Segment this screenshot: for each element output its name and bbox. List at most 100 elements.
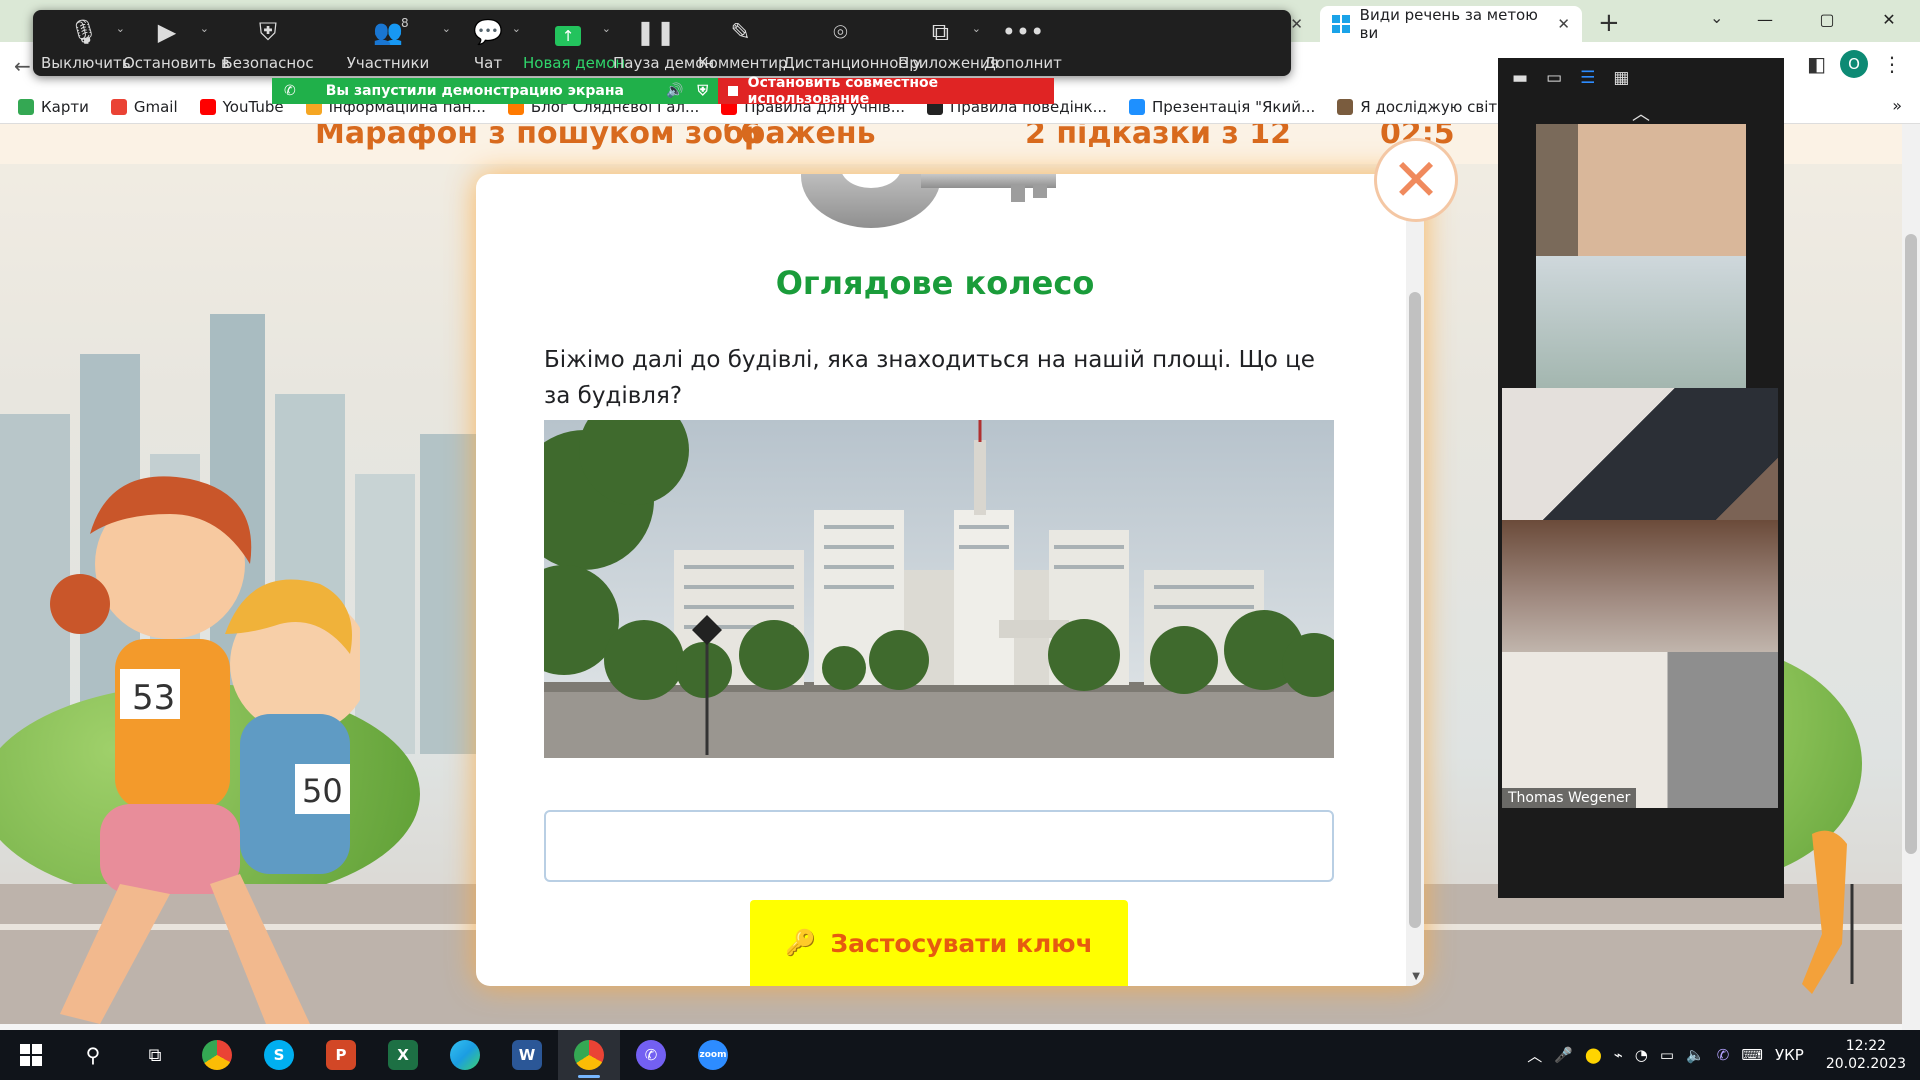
zoom-control-label: Участники [346, 54, 430, 72]
modal-title: Оглядове колесо [775, 264, 1095, 302]
stop-share-button[interactable]: Остановить совместное использование [718, 75, 1054, 107]
bookmark-label: Карти [41, 97, 89, 116]
chevron-down-icon[interactable]: ⌄ [200, 22, 209, 35]
excel-icon: X [388, 1040, 418, 1070]
shield-check-icon: ⛨ [697, 83, 709, 99]
taskbar-viber[interactable]: ✆ [620, 1030, 682, 1080]
zoom-control-label: Дистанционное у [783, 54, 922, 72]
browser-tab-active[interactable]: Види речень за метою ви ✕ [1320, 6, 1582, 42]
taskbar-powerpoint[interactable]: P [310, 1030, 372, 1080]
windows-taskbar: ⚲ ⧉ S P X W ✆ zoom ︿ 🎤 ⬤ ⌁ ◔ ▭ 🔈 ✆ ⌨ УКР… [0, 1030, 1920, 1080]
taskbar-word[interactable]: W [496, 1030, 558, 1080]
pencil-icon: ✎ [730, 18, 751, 46]
profile-avatar[interactable]: О [1840, 50, 1868, 78]
zoom-control-shield[interactable]: ⛨ Безопаснос [213, 10, 323, 76]
modal-scrollbar-thumb[interactable] [1409, 292, 1421, 928]
language-indicator[interactable]: УКР [1775, 1046, 1804, 1064]
task-view-button[interactable]: ⧉ [124, 1030, 186, 1080]
minimize-button[interactable]: — [1734, 0, 1796, 40]
bookmark-item[interactable]: Карти [18, 98, 89, 116]
chevron-down-icon[interactable]: ⌄ [512, 22, 521, 35]
search-button[interactable]: ⚲ [62, 1030, 124, 1080]
zoom-control-more[interactable]: ••• Дополнит [983, 10, 1063, 76]
zoom-icon: zoom [698, 1040, 728, 1070]
zoom-control-mouse[interactable]: ⌾ Дистанционное у [783, 10, 922, 76]
apply-key-button[interactable]: 🔑 Застосувати ключ [750, 900, 1128, 986]
close-window-button[interactable]: ✕ [1858, 0, 1920, 40]
zoom-control-label: Новая демон [523, 54, 626, 72]
answer-input[interactable] [544, 810, 1334, 882]
zoom-control-label: Остановить в [123, 54, 230, 72]
back-arrow-icon[interactable]: ← [14, 54, 31, 78]
battery-icon[interactable]: ▭ [1660, 1046, 1674, 1064]
system-clock[interactable]: 12:22 20.02.2023 [1826, 1037, 1906, 1073]
task-view-icon: ⧉ [148, 1044, 162, 1066]
bookmark-item[interactable]: Gmail [110, 98, 178, 116]
gallery-scroll-up-icon[interactable]: ︿ [1498, 100, 1784, 126]
taskbar-zoom[interactable]: zoom [682, 1030, 744, 1080]
clock-time: 12:22 [1845, 1038, 1887, 1054]
wifi-icon[interactable]: ◔ [1635, 1046, 1648, 1064]
browser-menu-icon[interactable]: ⋮ [1882, 52, 1902, 76]
chevron-down-icon[interactable]: ⌄ [602, 22, 611, 35]
chevron-down-icon[interactable]: ⌄ [972, 22, 981, 35]
modal-question: Біжімо далі до будівлі, яка знаходиться … [544, 347, 1315, 409]
tray-overflow-icon[interactable]: ︿ [1527, 1045, 1542, 1066]
remote-icon[interactable]: ⌁ [1614, 1046, 1623, 1064]
zoom-control-share-screen[interactable]: ↑ Новая демон ⌄ [523, 10, 626, 76]
zoom-control-video[interactable]: ▶ Остановить в ⌄ [123, 10, 230, 76]
maximize-button[interactable]: ▢ [1796, 0, 1858, 40]
speaker-icon[interactable]: 🔊 [666, 83, 683, 99]
zoom-control-label: Чат [473, 54, 503, 72]
zoom-control-apps[interactable]: ⧉ Приложения ⌄ [898, 10, 999, 76]
minimize-gallery-icon[interactable]: ▬ [1512, 68, 1528, 88]
chrome-profile-icon [574, 1040, 604, 1070]
microphone-icon[interactable]: 🎤 [1554, 1046, 1573, 1064]
zoom-control-label: Пауза демон [613, 54, 715, 72]
new-tab-button[interactable]: + [1598, 8, 1620, 38]
participant-video-tile[interactable]: Thomas Wegener [1502, 652, 1778, 808]
zoom-control-pause[interactable]: ❚❚ Пауза демон [613, 10, 715, 76]
close-tab-icon[interactable]: ✕ [1557, 15, 1570, 33]
windows-logo-icon [20, 1044, 42, 1066]
tab-search-button[interactable]: ⌄ [1710, 8, 1723, 27]
side-panel-icon[interactable]: ◧ [1807, 52, 1826, 76]
taskbar-excel[interactable]: X [372, 1030, 434, 1080]
security-shield-icon[interactable]: ⬤ [1585, 1046, 1602, 1064]
zoom-control-mic[interactable]: 🎙 Выключить ⌄ [41, 10, 131, 76]
quest-modal: Оглядове колесо Біжімо далі до будівлі, … [476, 174, 1424, 986]
modal-scrollbar[interactable]: ▼ [1406, 174, 1424, 986]
window-controls: — ▢ ✕ [1734, 0, 1920, 40]
close-tab-icon[interactable]: ✕ [1290, 15, 1303, 33]
chevron-down-icon[interactable]: ⌄ [442, 22, 451, 35]
zoom-control-participants[interactable]: 👥 Участники ⌄ 8 [323, 10, 453, 76]
page-header-title: Марафон з пошуком зображень [315, 124, 876, 151]
bookmark-label: Презентація "Який... [1151, 97, 1316, 116]
grid-view-icon[interactable]: ▦ [1613, 68, 1629, 88]
taskbar-edge[interactable] [434, 1030, 496, 1080]
running-kids-illustration: 53 50 [50, 476, 360, 1024]
puzzle-favicon-icon [1332, 15, 1350, 33]
zoom-control-pencil[interactable]: ✎ Комментир [698, 10, 788, 76]
single-view-icon[interactable]: ▭ [1546, 68, 1562, 88]
volume-icon[interactable]: 🔈 [1686, 1046, 1705, 1064]
zoom-gallery-panel: ▬ ▭ ☰ ▦ ︿ Мираслава 2 класНастич Максим … [1498, 58, 1784, 898]
page-scrollbar-thumb[interactable] [1905, 234, 1917, 854]
participant-name-tag: Thomas Wegener [1502, 788, 1637, 808]
scroll-down-arrow-icon[interactable]: ▼ [1412, 971, 1420, 982]
taskbar-chrome[interactable] [186, 1030, 248, 1080]
chrome-icon [202, 1040, 232, 1070]
taskbar-skype[interactable]: S [248, 1030, 310, 1080]
keyboard-icon[interactable]: ⌨ [1741, 1046, 1763, 1064]
zoom-control-label: Выключить [41, 54, 131, 72]
viber-tray-icon[interactable]: ✆ [1717, 1046, 1730, 1064]
strip-view-icon[interactable]: ☰ [1580, 68, 1595, 88]
zoom-control-chat[interactable]: 💬 Чат ⌄ [453, 10, 523, 76]
bookmarks-more-button[interactable]: » [1892, 96, 1902, 115]
bib-number-front: 53 [132, 678, 175, 718]
start-button[interactable] [0, 1030, 62, 1080]
page-scrollbar[interactable] [1902, 124, 1920, 1030]
taskbar-chrome-profile[interactable] [558, 1030, 620, 1080]
bookmark-item[interactable]: Презентація "Який... [1128, 97, 1316, 116]
modal-close-button[interactable]: ✕ [1374, 138, 1458, 222]
